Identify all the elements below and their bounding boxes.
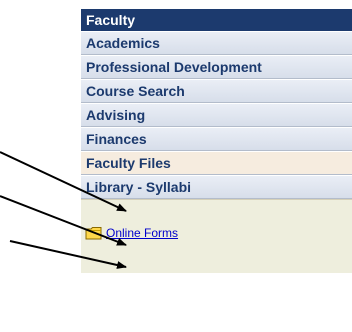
nav-item-faculty-files[interactable]: Faculty Files xyxy=(81,151,352,175)
online-forms-link-label[interactable]: Online Forms xyxy=(106,226,178,240)
nav-item-library-syllabi[interactable]: Library - Syllabi xyxy=(81,175,352,199)
faculty-nav-menu: Faculty Academics Professional Developme… xyxy=(81,0,352,273)
nav-item-professional-development[interactable]: Professional Development xyxy=(81,55,352,79)
nav-item-finances[interactable]: Finances xyxy=(81,127,352,151)
nav-item-course-search[interactable]: Course Search xyxy=(81,79,352,103)
nav-item-academics[interactable]: Academics xyxy=(81,31,352,55)
folder-icon xyxy=(85,227,102,240)
page: Faculty Academics Professional Developme… xyxy=(0,0,352,332)
nav-header-faculty: Faculty xyxy=(81,9,352,31)
nav-item-advising[interactable]: Advising xyxy=(81,103,352,127)
nav-submenu-panel: Online Forms xyxy=(81,199,352,273)
online-forms-link[interactable]: Online Forms xyxy=(85,226,178,240)
